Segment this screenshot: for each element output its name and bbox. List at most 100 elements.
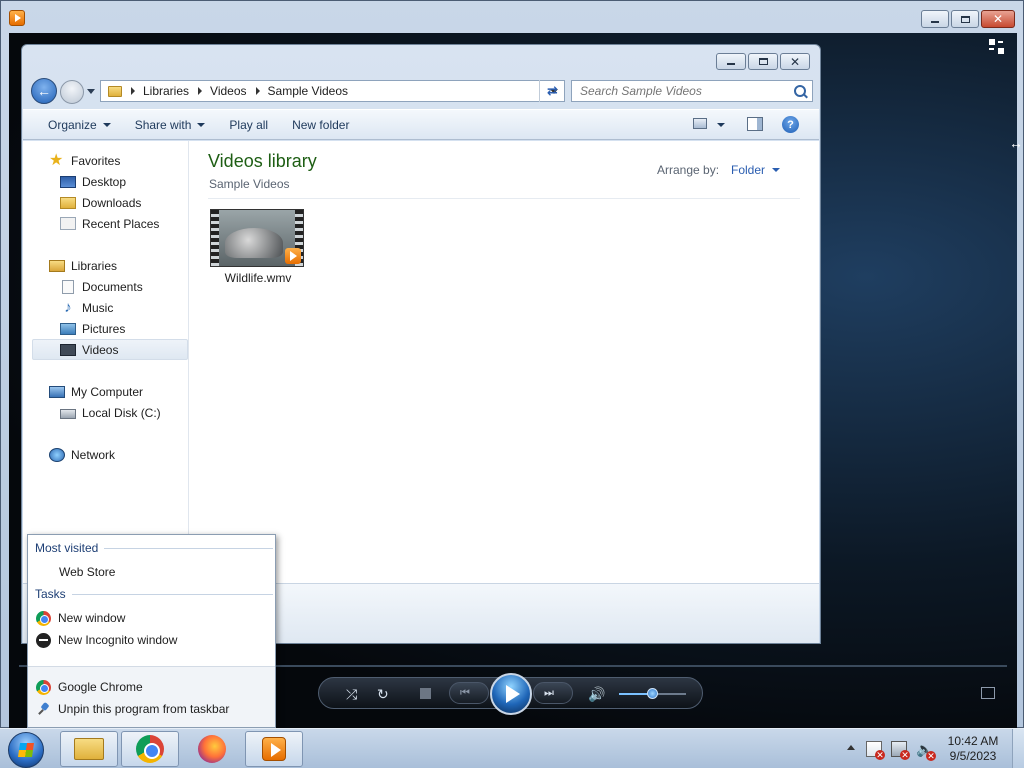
breadcrumb-sample-videos[interactable]: Sample Videos [268, 84, 349, 98]
nav-recent-places[interactable]: Recent Places [60, 213, 159, 234]
stop-button[interactable] [420, 688, 431, 699]
organize-label: Organize [48, 117, 97, 132]
shuffle-icon[interactable]: ⤮ [346, 685, 357, 703]
nav-documents[interactable]: Documents [60, 276, 143, 297]
nav-my-computer[interactable]: My Computer [49, 381, 143, 402]
maximize-icon [758, 58, 768, 65]
search-input[interactable] [580, 84, 794, 98]
play-button[interactable] [490, 673, 532, 715]
refresh-icon: ⇄ [547, 83, 558, 98]
playback-controls: ⤮ ↻ ⏮ ⏭ 🔊 [318, 673, 703, 715]
nav-label: Documents [82, 279, 143, 294]
back-button[interactable]: ← [31, 78, 57, 104]
arrange-by-dropdown[interactable]: Folder [731, 163, 781, 177]
taskbar-chrome-button[interactable] [121, 731, 179, 767]
explorer-close-button[interactable]: ✕ [780, 53, 810, 70]
explorer-maximize-button[interactable] [748, 53, 778, 70]
jump-item-label: New window [58, 611, 126, 625]
hard-disk-icon [60, 409, 76, 419]
nav-favorites[interactable]: ★ Favorites [49, 150, 120, 171]
volume-slider[interactable] [619, 688, 686, 699]
preview-pane-icon[interactable] [747, 117, 763, 131]
minimize-button[interactable] [921, 10, 949, 28]
nav-label: Favorites [71, 153, 121, 168]
repeat-icon[interactable]: ↻ [377, 685, 389, 703]
taskbar-explorer-button[interactable] [60, 731, 118, 767]
volume-tray-icon[interactable]: 🔈 [916, 741, 936, 761]
taskbar: 🔈 10:42 AM 9/5/2023 [0, 728, 1024, 768]
jump-item-new-window[interactable]: New window [36, 608, 125, 628]
nav-label: Music [82, 300, 114, 315]
nav-desktop[interactable]: Desktop [60, 171, 126, 192]
play-all-label: Play all [229, 117, 269, 132]
action-center-icon[interactable] [866, 741, 885, 760]
windows-explorer-icon [74, 738, 104, 760]
address-bar[interactable]: Libraries Videos Sample Videos [100, 80, 565, 102]
nav-libraries[interactable]: Libraries [49, 255, 117, 276]
show-desktop-button[interactable] [1012, 729, 1024, 768]
share-with-button[interactable]: Share with [123, 110, 218, 139]
new-folder-button[interactable]: New folder [280, 110, 361, 139]
chevron-right-icon[interactable] [131, 87, 135, 95]
jump-item-unpin[interactable]: Unpin this program from taskbar [36, 699, 229, 719]
view-options-dropdown-icon[interactable] [717, 123, 725, 127]
organize-button[interactable]: Organize [23, 110, 123, 139]
volume-knob[interactable] [646, 688, 658, 699]
new-folder-label: New folder [292, 117, 350, 132]
clock[interactable]: 10:42 AM 9/5/2023 [940, 734, 1006, 764]
help-icon[interactable]: ? [782, 116, 799, 133]
change-view-icon[interactable] [693, 118, 707, 129]
nav-pictures[interactable]: Pictures [60, 318, 125, 339]
arrange-by-label: Arrange by: [657, 163, 720, 177]
network-status-icon[interactable] [891, 741, 910, 760]
jump-item-label: New Incognito window [58, 633, 178, 647]
media-player-titlebar[interactable]: ✕ [1, 1, 1023, 33]
next-button[interactable]: ⏭ [533, 682, 573, 704]
jump-item-new-incognito[interactable]: New Incognito window [36, 630, 177, 650]
recent-pages-dropdown[interactable] [87, 89, 95, 94]
incognito-icon [36, 632, 51, 648]
nav-videos[interactable]: Videos [32, 339, 188, 360]
file-item[interactable]: Wildlife.wmv [210, 209, 306, 287]
explorer-body: ★ Favorites Desktop Downloads Recent Plac… [23, 141, 819, 583]
taskbar-media-player-button[interactable] [245, 731, 303, 767]
chrome-icon [36, 610, 51, 626]
previous-button[interactable]: ⏮ [449, 682, 489, 704]
search-icon[interactable] [794, 85, 806, 97]
full-screen-icon[interactable] [981, 687, 995, 699]
jump-item-google-chrome[interactable]: Google Chrome [36, 677, 143, 697]
refresh-button[interactable]: ⇄ [539, 80, 565, 102]
nav-network[interactable]: Network [49, 444, 115, 465]
jump-item-label: Google Chrome [58, 680, 143, 694]
search-box[interactable] [571, 80, 813, 102]
firefox-icon [198, 735, 226, 763]
close-icon: ✕ [789, 54, 801, 69]
video-thumbnail [210, 209, 304, 267]
maximize-button[interactable] [951, 10, 979, 28]
play-all-button[interactable]: Play all [217, 110, 280, 139]
nav-local-disk[interactable]: Local Disk (C:) [60, 402, 161, 423]
resize-arrow-icon: ↔ [1009, 135, 1023, 151]
nav-downloads[interactable]: Downloads [60, 192, 141, 213]
pin-icon [36, 702, 51, 717]
nav-music[interactable]: ♪ Music [60, 297, 113, 318]
close-button[interactable]: ✕ [981, 10, 1015, 28]
divider [208, 198, 800, 199]
explorer-minimize-button[interactable] [716, 53, 746, 70]
breadcrumb-libraries[interactable]: Libraries [143, 84, 189, 98]
jump-item-web-store[interactable]: Web Store [59, 562, 115, 582]
forward-button[interactable] [60, 80, 84, 104]
chrome-jump-list: Most visited Web Store Tasks New window … [27, 534, 276, 728]
mute-speaker-icon[interactable]: 🔊 [588, 685, 605, 703]
chevron-right-icon[interactable] [198, 87, 203, 95]
jump-item-label: Unpin this program from taskbar [58, 702, 230, 716]
close-icon: ✕ [992, 12, 1004, 26]
start-button[interactable] [8, 732, 44, 768]
share-with-label: Share with [134, 117, 192, 132]
taskbar-firefox-button[interactable] [183, 731, 241, 767]
switch-to-library-icon[interactable] [989, 39, 1005, 55]
show-hidden-icons-icon[interactable] [847, 745, 855, 750]
breadcrumb-videos[interactable]: Videos [210, 84, 246, 98]
library-title: Videos library [208, 151, 317, 171]
chevron-right-icon[interactable] [255, 87, 260, 95]
